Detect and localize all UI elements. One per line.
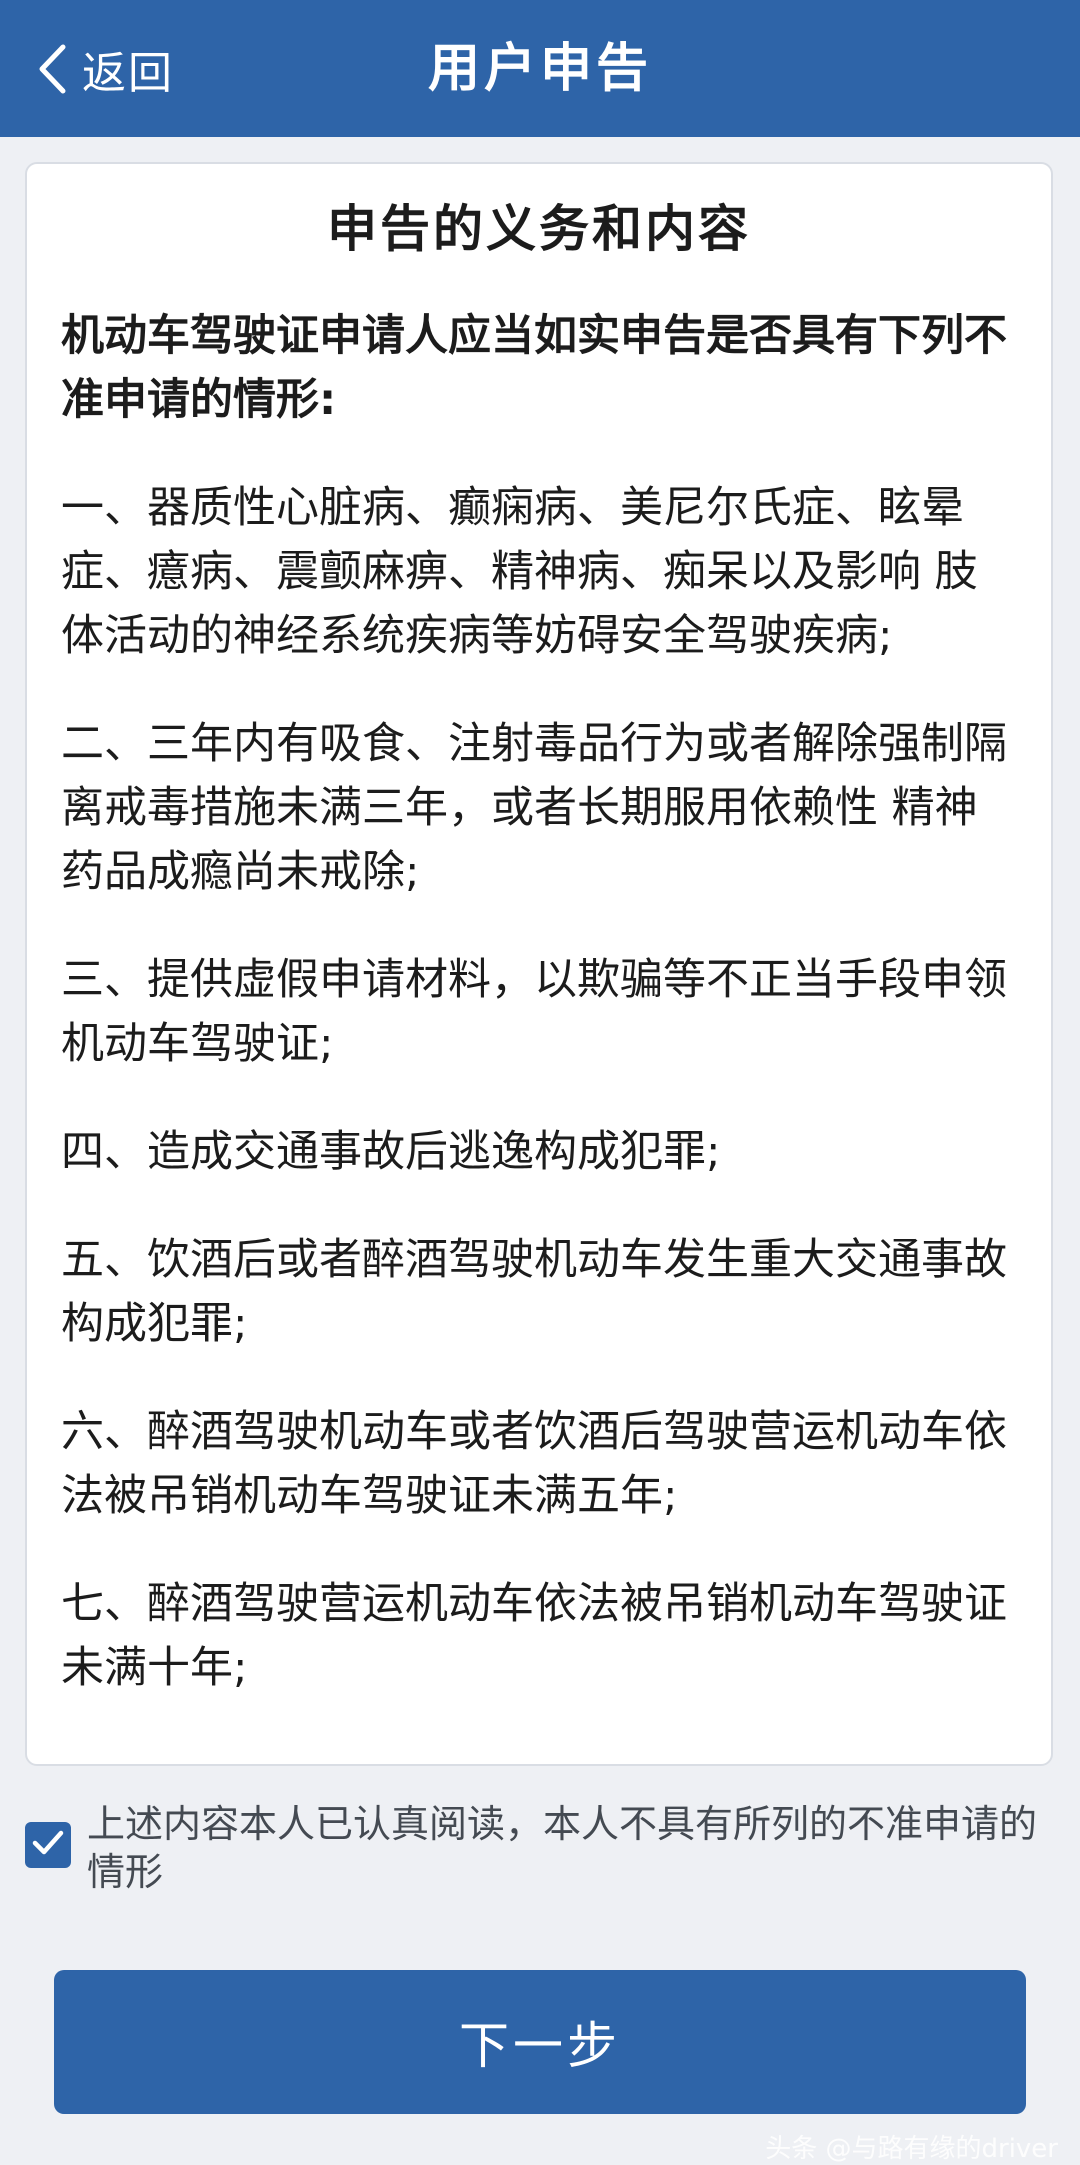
chevron-left-icon (30, 39, 74, 99)
back-button[interactable]: 返回 (30, 34, 174, 104)
clause-2: 二、三年内有吸食、注射毒品行为或者解除强制隔离戒毒措施未满三年，或者长期服用依赖… (61, 719, 1007, 897)
app-header: 返回 用户申告 (0, 0, 1080, 137)
consent-row: 上述内容本人已认真阅读，本人不具有所列的不准申请的情形 (25, 1800, 1055, 1896)
clause-3: 三、提供虚假申请材料，以欺骗等不正当手段申领机动车驾驶证; (61, 955, 1007, 1069)
clause-5: 五、饮酒后或者醉酒驾驶机动车发生重大交通事故构成犯罪; (61, 1235, 1007, 1349)
declaration-intro: 机动车驾驶证申请人应当如实申告是否具有下列不准申请的情形: (61, 311, 1007, 425)
clause-7: 七、醉酒驾驶营运机动车依法被吊销机动车驾驶证未满十年; (61, 1579, 1007, 1693)
declaration-card[interactable]: 申告的义务和内容 机动车驾驶证申请人应当如实申告是否具有下列不准申请的情形: 一… (25, 162, 1053, 1766)
next-step-button[interactable]: 下一步 (54, 1970, 1026, 2114)
clause-1: 一、器质性心脏病、癫痫病、美尼尔氏症、眩晕症、癔病、震颤麻痹、精神病、痴呆以及影… (61, 483, 978, 661)
watermark: 头条 @与路有缘的driver (765, 2134, 1058, 2164)
back-label: 返回 (82, 48, 174, 99)
clause-6: 六、醉酒驾驶机动车或者饮酒后驾驶营运机动车依法被吊销机动车驾驶证未满五年; (61, 1407, 1007, 1521)
card-title: 申告的义务和内容 (327, 200, 751, 258)
clause-4: 四、造成交通事故后逃逸构成犯罪; (61, 1127, 721, 1177)
consent-label: 上述内容本人已认真阅读，本人不具有所列的不准申请的情形 (87, 1802, 1038, 1894)
consent-checkbox[interactable] (25, 1822, 71, 1868)
checkmark-icon (31, 1828, 65, 1862)
